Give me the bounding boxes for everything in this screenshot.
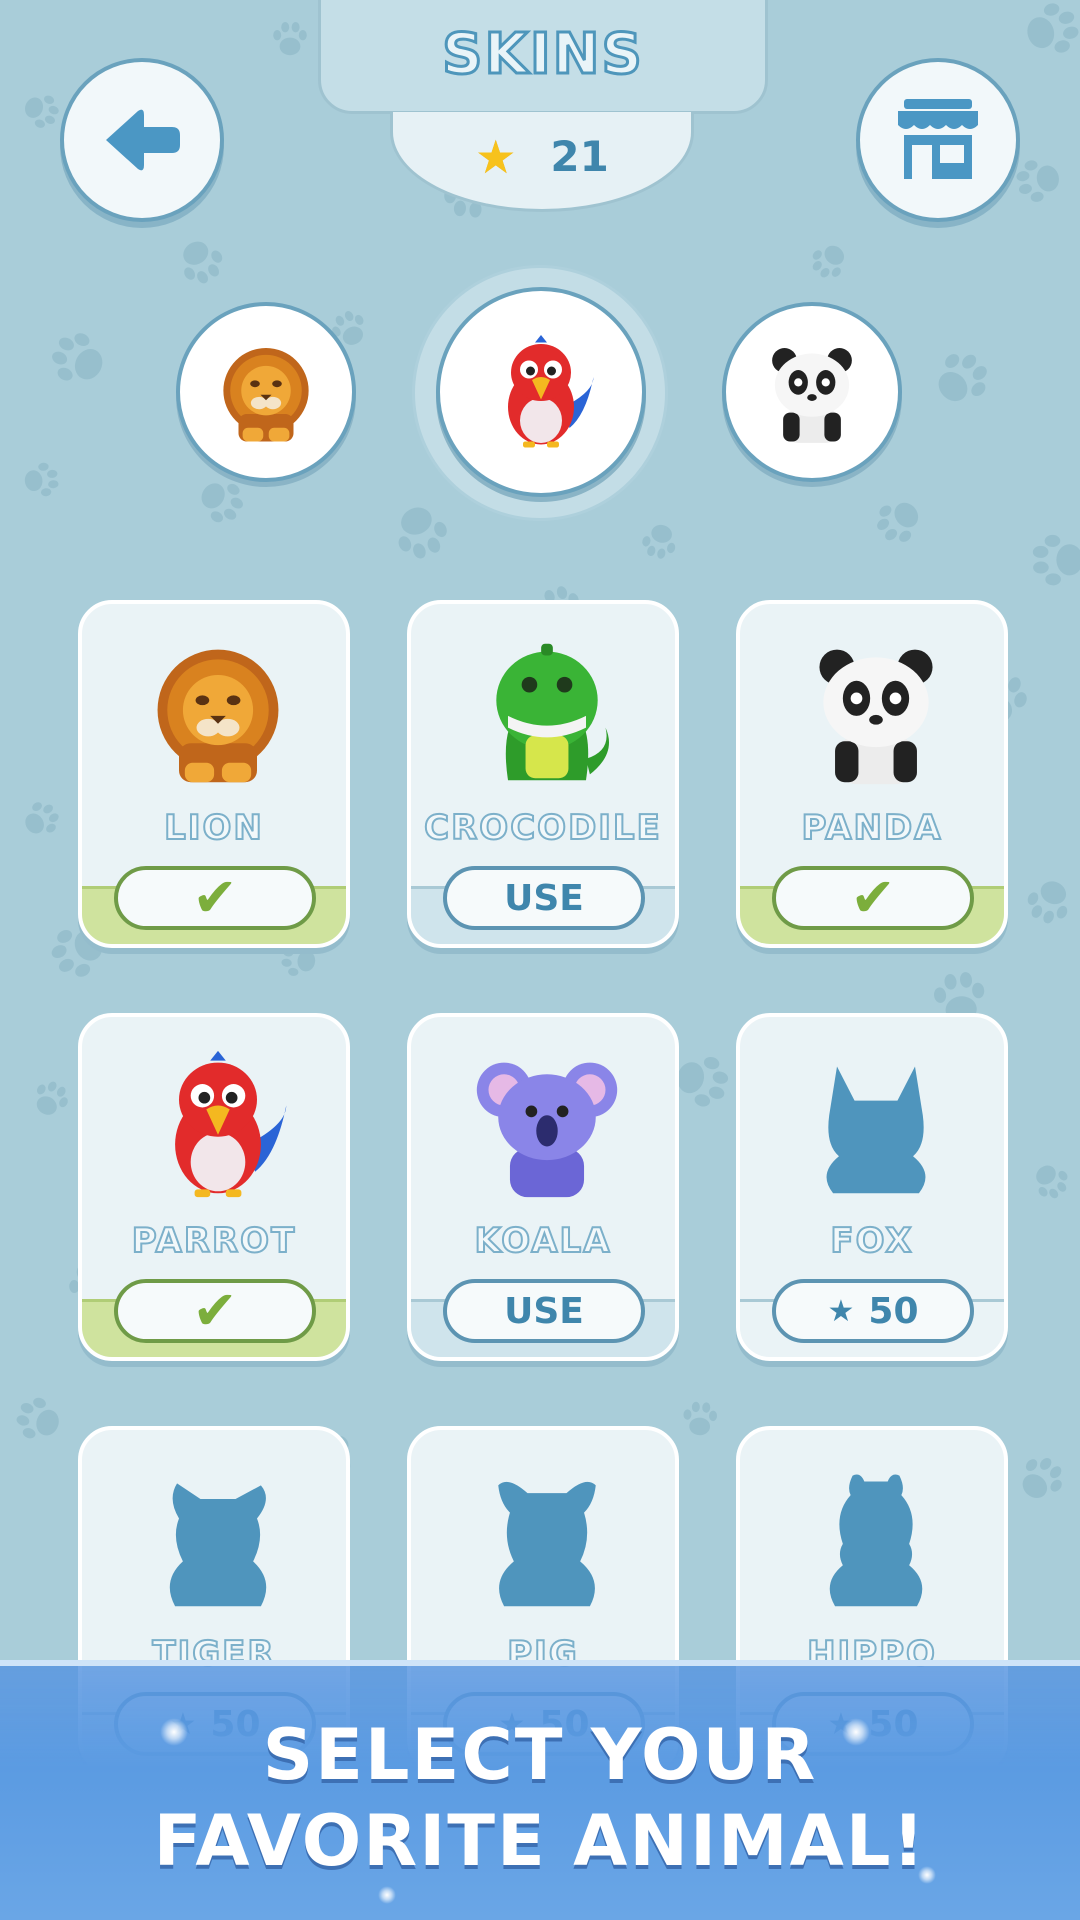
tiger-portrait bbox=[138, 1458, 298, 1618]
paw-print-icon bbox=[273, 22, 307, 56]
parrot-portrait bbox=[138, 1045, 298, 1205]
paw-print-icon bbox=[201, 483, 243, 523]
paw-print-icon bbox=[52, 333, 103, 381]
panda-portrait bbox=[796, 632, 956, 792]
paw-print-icon bbox=[683, 1401, 718, 1436]
parrot-icon bbox=[175, 1050, 287, 1198]
sparkle-icon bbox=[378, 1886, 396, 1904]
paw-print-icon bbox=[25, 95, 59, 128]
checkmark-icon: ✔ bbox=[850, 866, 896, 929]
paw-print-icon bbox=[938, 354, 987, 402]
skin-card-fox[interactable]: FOX ★ 50 bbox=[736, 1013, 1008, 1361]
crocodile-portrait bbox=[467, 632, 627, 792]
koala-icon bbox=[476, 1062, 618, 1198]
use-button-label: USE bbox=[504, 877, 584, 919]
price-label: 50 bbox=[868, 1290, 919, 1332]
skin-card-panda[interactable]: PANDA ✔ bbox=[736, 600, 1008, 948]
promo-banner: SELECT YOUR FAVORITE ANIMAL! bbox=[0, 1660, 1080, 1920]
paw-print-icon bbox=[36, 1081, 68, 1115]
skin-name: PARROT bbox=[131, 1220, 297, 1262]
paw-print-icon bbox=[1016, 160, 1059, 202]
paw-print-icon bbox=[1022, 1457, 1062, 1498]
use-button[interactable]: USE bbox=[443, 1279, 645, 1343]
fox-icon bbox=[826, 1066, 926, 1194]
tiger-icon bbox=[169, 1483, 267, 1607]
paw-print-icon bbox=[24, 462, 59, 497]
skin-name: CROCODILE bbox=[423, 807, 662, 849]
skin-name: KOALA bbox=[473, 1220, 612, 1262]
hippo-icon bbox=[829, 1474, 923, 1607]
use-button[interactable]: USE bbox=[443, 866, 645, 930]
buy-button[interactable]: ★ 50 bbox=[772, 1279, 974, 1343]
pig-icon bbox=[498, 1481, 596, 1607]
paw-print-icon bbox=[642, 524, 676, 559]
panda-icon bbox=[772, 348, 852, 443]
paw-print-icon bbox=[677, 1056, 729, 1107]
page-title: SKINS bbox=[441, 21, 644, 89]
parrot-icon bbox=[508, 335, 594, 448]
checkmark-icon: ✔ bbox=[192, 866, 238, 929]
paw-print-icon bbox=[25, 802, 59, 834]
selected-check-button[interactable]: ✔ bbox=[772, 866, 974, 930]
paw-print-icon bbox=[1027, 881, 1068, 924]
back-button[interactable] bbox=[60, 58, 224, 222]
skin-card-parrot[interactable]: PARROT ✔ bbox=[78, 1013, 350, 1361]
sparkle-icon bbox=[918, 1866, 936, 1884]
paw-print-icon bbox=[1032, 534, 1080, 586]
star-icon: ★ bbox=[475, 129, 517, 184]
lion-icon bbox=[157, 649, 279, 783]
skin-name: PANDA bbox=[800, 807, 943, 849]
shop-button[interactable] bbox=[856, 58, 1020, 222]
paw-print-icon bbox=[1027, 3, 1079, 53]
paw-print-icon bbox=[16, 1397, 59, 1439]
hippo-portrait bbox=[796, 1458, 956, 1618]
paw-print-icon bbox=[812, 245, 844, 278]
back-arrow-icon bbox=[106, 109, 180, 171]
skin-name: LION bbox=[163, 807, 264, 849]
lion-portrait bbox=[138, 632, 298, 792]
paw-print-icon bbox=[398, 507, 447, 559]
panda-icon bbox=[819, 649, 933, 785]
paw-print-icon bbox=[183, 241, 223, 284]
skin-card-crocodile[interactable]: CROCODILE USE bbox=[407, 600, 679, 948]
skin-name: FOX bbox=[829, 1220, 914, 1262]
paw-print-icon bbox=[1036, 1165, 1068, 1199]
selected-slot-lion[interactable] bbox=[176, 302, 356, 482]
sparkle-icon bbox=[842, 1718, 870, 1746]
lion-icon bbox=[223, 348, 309, 442]
fox-portrait bbox=[796, 1045, 956, 1205]
skin-card-lion[interactable]: LION ✔ bbox=[78, 600, 350, 948]
selected-check-button[interactable]: ✔ bbox=[114, 1279, 316, 1343]
selected-slot-panda[interactable] bbox=[722, 302, 902, 482]
checkmark-icon: ✔ bbox=[192, 1279, 238, 1342]
paw-print-icon bbox=[877, 502, 919, 542]
selected-check-button[interactable]: ✔ bbox=[114, 866, 316, 930]
pig-portrait bbox=[467, 1458, 627, 1618]
star-icon: ★ bbox=[827, 1293, 855, 1329]
use-button-label: USE bbox=[504, 1290, 584, 1332]
title-tab: SKINS bbox=[318, 0, 768, 114]
skin-card-koala[interactable]: KOALA USE bbox=[407, 1013, 679, 1361]
star-count: 21 bbox=[550, 132, 609, 181]
crocodile-icon bbox=[496, 643, 610, 781]
koala-portrait bbox=[467, 1045, 627, 1205]
selected-slot-parrot[interactable] bbox=[436, 287, 646, 497]
shop-icon bbox=[898, 99, 978, 179]
banner-line-2: FAVORITE ANIMAL! bbox=[153, 1800, 927, 1882]
banner-line-1: SELECT YOUR bbox=[262, 1714, 818, 1796]
sparkle-icon bbox=[160, 1718, 188, 1746]
